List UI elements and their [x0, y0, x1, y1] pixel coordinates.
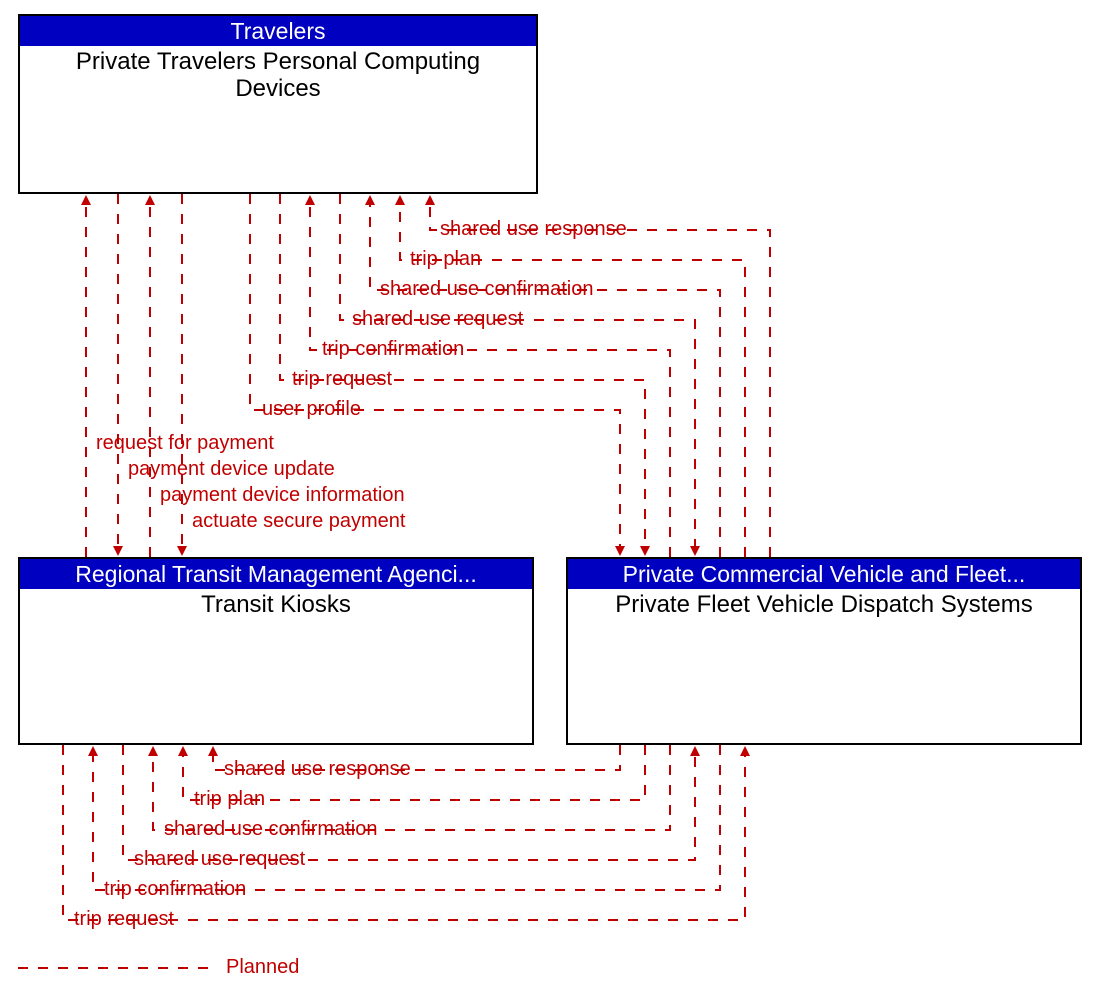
node-travelers-devices[interactable]: Travelers Private Travelers Personal Com…: [18, 14, 538, 194]
node-transit-kiosks[interactable]: Regional Transit Management Agenci... Tr…: [18, 557, 534, 745]
node-header-transit: Regional Transit Management Agenci...: [20, 559, 532, 589]
node-body-line2: Devices: [235, 75, 320, 102]
node-body-line1: Private Travelers Personal Computing: [76, 48, 480, 75]
node-body-travelers: Private Travelers Personal Computing Dev…: [20, 46, 536, 104]
node-header-fleet: Private Commercial Vehicle and Fleet...: [568, 559, 1080, 589]
legend-planned: Planned: [226, 956, 299, 979]
diagram-canvas: Travelers Private Travelers Personal Com…: [0, 0, 1100, 999]
node-body-fleet: Private Fleet Vehicle Dispatch Systems: [568, 589, 1080, 620]
node-body-transit: Transit Kiosks: [20, 589, 532, 620]
node-fleet-dispatch[interactable]: Private Commercial Vehicle and Fleet... …: [566, 557, 1082, 745]
node-header-travelers: Travelers: [20, 16, 536, 46]
